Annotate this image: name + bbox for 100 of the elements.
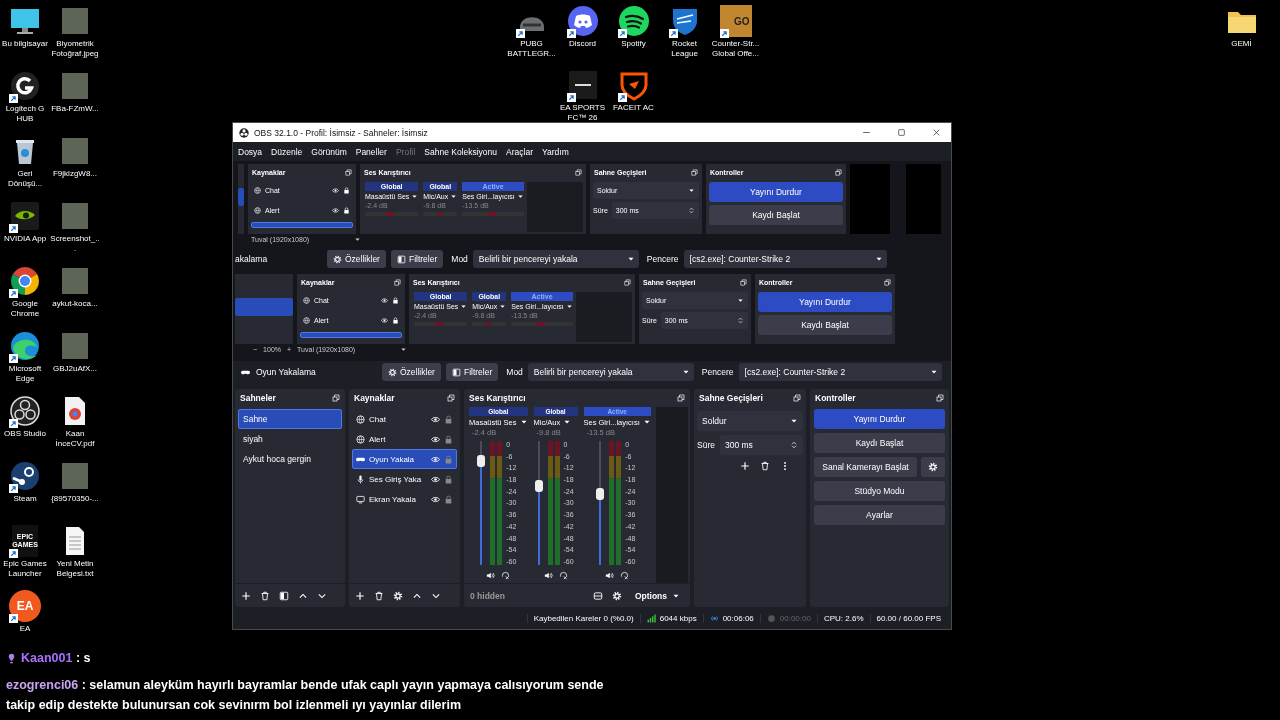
source-item[interactable]: Ses Giriş Yaka xyxy=(352,469,457,489)
source-item[interactable]: Oyun Yakala xyxy=(352,449,457,469)
photo-thumbnail[interactable] xyxy=(59,330,91,362)
icon-label[interactable]: NVIDIA App xyxy=(3,234,47,244)
options-button[interactable]: Options xyxy=(630,590,684,601)
headphones-muted-icon[interactable] xyxy=(501,570,511,580)
icon-label[interactable]: Discord xyxy=(568,39,597,49)
plus-icon[interactable] xyxy=(241,590,251,601)
text-logo[interactable]: GO xyxy=(719,5,752,37)
eye-icon[interactable] xyxy=(431,434,440,444)
undock-icon[interactable] xyxy=(394,278,401,286)
eye-icon[interactable] xyxy=(332,207,339,214)
controller-logo-icon[interactable] xyxy=(566,5,599,37)
icon-label[interactable]: EA SPORTS FC™ 26 xyxy=(557,103,608,123)
undock-icon[interactable] xyxy=(575,168,582,176)
window-dropdown[interactable]: [cs2.exe]: Counter-Strike 2 xyxy=(738,363,942,381)
sound-waves-logo-icon[interactable] xyxy=(617,5,650,37)
icon-label[interactable]: {89570350-... xyxy=(51,494,99,504)
icon-label[interactable]: GEMİ xyxy=(1231,39,1252,49)
spin-arrows-icon[interactable] xyxy=(688,207,695,214)
slider-handle[interactable] xyxy=(534,479,543,492)
undock-icon[interactable] xyxy=(740,278,747,286)
spin-arrows-icon[interactable] xyxy=(790,441,798,449)
color-wheel-icon[interactable] xyxy=(9,265,41,297)
lock-icon[interactable] xyxy=(343,207,350,214)
slider-handle[interactable] xyxy=(477,454,486,467)
piston-logo-icon[interactable] xyxy=(9,460,41,492)
volume-slider[interactable] xyxy=(595,441,606,565)
icon-label[interactable]: PUBG BATTLEGR... xyxy=(506,39,557,59)
icon-label[interactable]: GBJ2uAfX... xyxy=(53,364,97,374)
control-button[interactable]: Sanal Kamerayı Başlat xyxy=(814,457,917,477)
undock-icon[interactable] xyxy=(884,278,891,286)
spin-arrows-icon[interactable] xyxy=(737,317,744,324)
speaker-icon[interactable] xyxy=(605,570,615,580)
undock-icon[interactable] xyxy=(835,168,842,176)
maximize-icon[interactable] xyxy=(896,128,906,137)
trash-icon[interactable] xyxy=(260,590,270,601)
source-item[interactable]: Chat xyxy=(352,409,457,429)
eye-icon[interactable] xyxy=(431,414,440,424)
icon-label[interactable]: Counter-Str... Global Offe... xyxy=(710,39,761,59)
chat-username[interactable]: ezogrenci06 xyxy=(6,678,79,692)
menu-item[interactable]: Düzenle xyxy=(271,146,303,157)
menu-item[interactable]: Sahne Koleksiyonu xyxy=(424,146,498,157)
undock-icon[interactable] xyxy=(677,394,685,402)
photo-thumbnail[interactable] xyxy=(59,460,91,492)
scene-item[interactable]: Sahne xyxy=(238,409,342,429)
icon-label[interactable]: aykut-koca... xyxy=(52,299,98,309)
icon-label[interactable]: Screenshot_... xyxy=(50,234,100,254)
icon-label[interactable]: Bu bilgisayar xyxy=(2,39,48,49)
undock-icon[interactable] xyxy=(691,168,698,176)
eye-icon[interactable] xyxy=(381,317,388,324)
filters-button[interactable]: Filtreler xyxy=(445,363,499,381)
trash-icon[interactable] xyxy=(760,461,770,471)
menu-item[interactable]: Paneller xyxy=(355,146,387,157)
icon-label[interactable]: Biyometrik Fotoğraf.jpeg xyxy=(50,39,100,59)
menu-item[interactable]: Dosya xyxy=(238,146,263,157)
icon-label[interactable]: Steam xyxy=(13,494,37,504)
settings-button[interactable] xyxy=(921,457,945,477)
eye-icon[interactable] xyxy=(431,454,440,464)
undock-icon[interactable] xyxy=(332,394,340,402)
control-button[interactable]: Kaydı Başlat xyxy=(709,205,843,225)
control-button[interactable]: Ayarlar xyxy=(814,505,945,525)
icon-label[interactable]: Google Chrome xyxy=(0,299,50,319)
lock-icon[interactable] xyxy=(343,187,350,194)
icon-label[interactable]: Yeni Metin Belgesi.txt xyxy=(50,559,100,579)
icon-label[interactable]: Kaan İnceCV.pdf xyxy=(50,429,100,449)
icon-label[interactable]: OBS Studio xyxy=(4,429,46,439)
filters-button[interactable]: Filtreler xyxy=(390,250,444,268)
control-button[interactable]: Yayını Durdur xyxy=(758,292,892,312)
volume-slider[interactable] xyxy=(533,441,544,565)
slider-handle[interactable] xyxy=(596,488,605,501)
photo-thumbnail[interactable] xyxy=(59,135,91,167)
photo-thumbnail[interactable] xyxy=(59,70,91,102)
icon-label[interactable]: EA xyxy=(19,624,31,634)
wave-logo-icon[interactable] xyxy=(9,330,41,362)
duration-spinbox[interactable]: 300 ms xyxy=(719,435,803,455)
icon-label[interactable]: FBa-FZmW... xyxy=(51,104,99,114)
plus-icon[interactable] xyxy=(355,590,365,601)
icon-label[interactable]: Spotify xyxy=(621,39,646,49)
headphones-muted-icon[interactable] xyxy=(558,570,568,580)
dark-tile-icon[interactable] xyxy=(566,69,599,101)
menu-item[interactable]: Yardım xyxy=(542,146,569,157)
eye-logo-icon[interactable] xyxy=(9,200,41,232)
undock-icon[interactable] xyxy=(345,168,352,176)
circles-logo-icon[interactable] xyxy=(9,395,41,427)
speaker-icon[interactable] xyxy=(486,570,496,580)
icon-label[interactable]: Geri Dönüşü... xyxy=(0,169,50,189)
chat-username[interactable]: Kaan001 xyxy=(21,651,73,665)
icon-label[interactable]: Microsoft Edge xyxy=(0,364,50,384)
control-button[interactable]: Stüdyo Modu xyxy=(814,481,945,501)
photo-thumbnail[interactable] xyxy=(59,5,91,37)
headphones-muted-icon[interactable] xyxy=(620,570,630,580)
volume-slider[interactable] xyxy=(476,441,487,565)
window-dropdown[interactable]: [cs2.exe]: Counter-Strike 2 xyxy=(683,250,887,268)
filter-icon[interactable] xyxy=(279,590,289,601)
icon-label[interactable]: Epic Games Launcher xyxy=(0,559,50,579)
undock-icon[interactable] xyxy=(793,394,801,402)
gear-icon[interactable] xyxy=(393,590,403,601)
menu-item[interactable]: Araçlar xyxy=(506,146,533,157)
properties-button[interactable]: Özellikler xyxy=(382,363,441,381)
